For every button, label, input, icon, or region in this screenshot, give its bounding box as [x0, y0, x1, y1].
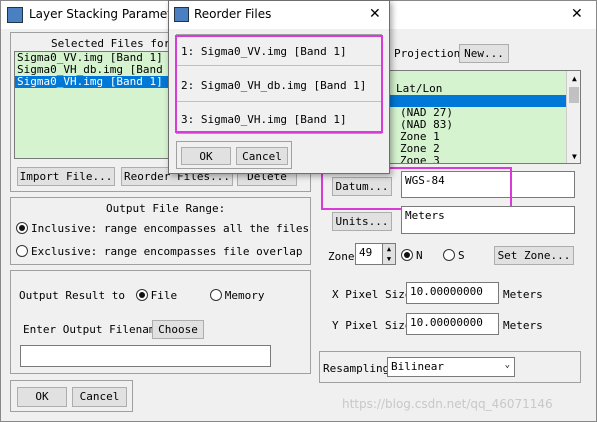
reorder-titlebar[interactable]: Reorder Files ✕ [169, 1, 389, 29]
set-zone-button[interactable]: Set Zone... [494, 246, 574, 265]
inclusive-label: Inclusive: range encompasses all the fil… [31, 222, 310, 235]
memory-radio-icon[interactable] [209, 289, 222, 301]
y-pixel-label: Y Pixel Size [332, 319, 412, 332]
projection-scrollbar[interactable]: ▲ ▼ [566, 71, 580, 163]
reorder-app-icon [174, 7, 189, 22]
zone-label: Zone [328, 250, 355, 263]
south-label: S [458, 249, 465, 262]
scroll-thumb[interactable] [569, 87, 579, 103]
resampling-value: Bilinear [391, 360, 444, 373]
exclusive-radio[interactable]: Exclusive: range encompasses file overla… [16, 245, 303, 258]
stepper-down-icon[interactable]: ▼ [383, 254, 395, 264]
scroll-down-icon[interactable]: ▼ [570, 151, 577, 163]
north-label: N [416, 249, 423, 262]
scroll-up-icon[interactable]: ▲ [570, 73, 577, 85]
resampling-select[interactable]: Bilinear ⌄ [387, 357, 515, 377]
y-pixel-unit: Meters [503, 319, 543, 332]
zone-stepper[interactable]: ▲ ▼ [382, 243, 396, 265]
inclusive-radio[interactable]: Inclusive: range encompasses all the fil… [16, 222, 309, 235]
south-radio-icon[interactable] [443, 249, 455, 261]
main-close-icon[interactable]: ✕ [571, 6, 583, 22]
north-radio[interactable]: N [401, 249, 423, 262]
reorder-close-icon[interactable]: ✕ [369, 6, 381, 22]
projection-label: Projection [394, 47, 461, 60]
watermark-text: https://blog.csdn.net/qq_46071146 [342, 397, 553, 411]
filename-label: Enter Output Filename [23, 323, 163, 336]
main-cancel-button[interactable]: Cancel [72, 387, 127, 407]
import-file-button[interactable]: Import File... [17, 167, 115, 186]
output-filename-input[interactable] [20, 345, 271, 367]
units-value-field: Meters [401, 206, 575, 234]
file-label: File [150, 289, 178, 302]
zone-input[interactable]: 49 [355, 243, 383, 265]
reorder-buttons-group: OK Cancel [176, 141, 292, 169]
output-range-title: Output File Range: [106, 202, 226, 215]
output-result-label: Output Result to [19, 289, 125, 302]
memory-label: Memory [224, 289, 265, 302]
reorder-dialog-title: Reorder Files [194, 7, 272, 21]
output-range-group: Output File Range: Inclusive: range enco… [10, 197, 311, 265]
exclusive-radio-icon[interactable] [16, 245, 28, 257]
file-radio-icon[interactable] [135, 289, 148, 301]
output-result-row: Output Result to File Memory [19, 289, 264, 302]
north-radio-icon[interactable] [401, 249, 413, 261]
reorder-cancel-button[interactable]: Cancel [236, 147, 288, 165]
choose-button[interactable]: Choose [152, 320, 204, 339]
inclusive-radio-icon[interactable] [16, 222, 28, 234]
main-window-title: Layer Stacking Paramete [29, 7, 180, 21]
envi-app-icon [7, 7, 23, 23]
units-button[interactable]: Units... [332, 212, 392, 231]
reorder-highlight-box [175, 35, 383, 133]
stepper-up-icon[interactable]: ▲ [383, 244, 395, 254]
x-pixel-unit: Meters [503, 288, 543, 301]
main-ok-button[interactable]: OK [17, 387, 67, 407]
chevron-down-icon[interactable]: ⌄ [505, 360, 510, 370]
main-buttons-group: OK Cancel [10, 380, 133, 412]
resampling-label: Resampling [323, 362, 390, 375]
south-radio[interactable]: S [443, 249, 465, 262]
x-pixel-input[interactable]: 10.00000000 [406, 282, 499, 304]
reorder-ok-button[interactable]: OK [181, 147, 231, 165]
output-result-group: Output Result to File Memory Enter Outpu… [10, 270, 311, 374]
reorder-dialog: Reorder Files ✕ 1: Sigma0_VV.img [Band 1… [168, 0, 390, 174]
exclusive-label: Exclusive: range encompasses file overla… [31, 245, 303, 258]
x-pixel-label: X Pixel Size [332, 288, 412, 301]
new-projection-button[interactable]: New... [459, 44, 509, 63]
y-pixel-input[interactable]: 10.00000000 [406, 313, 499, 335]
selected-files-label: Selected Files for L [51, 37, 184, 50]
resampling-group: Resampling Bilinear ⌄ [319, 351, 581, 383]
